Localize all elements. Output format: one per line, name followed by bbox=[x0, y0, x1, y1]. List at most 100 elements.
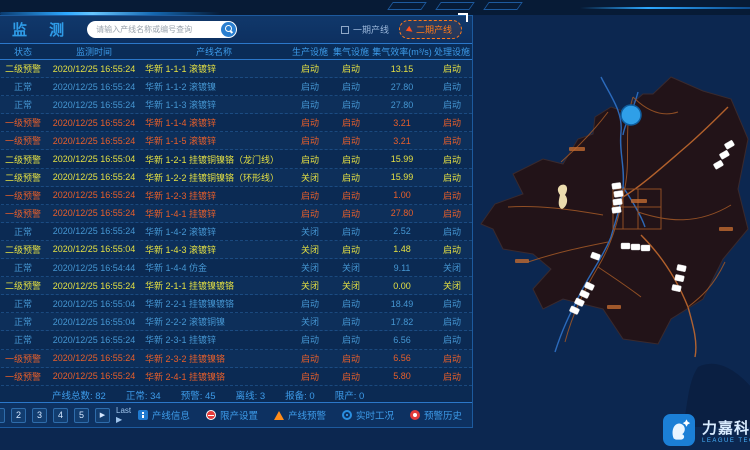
search-input[interactable] bbox=[87, 25, 237, 34]
table-header-row: 状态 监测时间 产线名称 生产设施 集气设施 集气效率(m³/s) 处理设施 bbox=[0, 43, 472, 60]
page-5-button[interactable]: 5 bbox=[74, 408, 89, 423]
efficiency-value: 1.48 bbox=[372, 244, 432, 254]
table-row[interactable]: 二级预警2020/12/25 16:55:24华新 2-1-1 挂镀镍镀铬关闭关… bbox=[0, 277, 472, 295]
no-entry-icon bbox=[206, 410, 216, 420]
table-row[interactable]: 正常2020/12/25 16:55:24华新 1-1-3 滚镀锌启动启动27.… bbox=[0, 96, 472, 114]
treatment-facility: 关闭 bbox=[432, 261, 472, 274]
gas-facility: 启动 bbox=[330, 80, 372, 93]
monitor-time: 2020/12/25 16:55:24 bbox=[50, 335, 138, 345]
efficiency-value: 2.52 bbox=[372, 226, 432, 236]
production-facility: 启动 bbox=[290, 333, 330, 346]
treatment-facility: 启动 bbox=[432, 315, 472, 328]
line-name: 华新 1-1-1 滚镀锌 bbox=[138, 62, 290, 75]
next-page-button[interactable]: ▶ bbox=[95, 408, 110, 423]
col-treatment: 处理设施 bbox=[432, 45, 472, 58]
logo-icon bbox=[663, 414, 695, 446]
city-map[interactable] bbox=[473, 57, 750, 427]
production-facility: 启动 bbox=[290, 189, 330, 202]
line-info-button[interactable]: 产线信息 bbox=[138, 408, 190, 422]
map-cluster-badge[interactable] bbox=[621, 105, 641, 125]
table-row[interactable]: 正常2020/12/25 16:55:04华新 2-2-2 滚镀铜镍关闭启动17… bbox=[0, 313, 472, 331]
table-row[interactable]: 正常2020/12/25 16:55:24华新 1-4-2 滚镀锌关闭启动2.5… bbox=[0, 223, 472, 241]
gas-facility: 启动 bbox=[330, 370, 372, 383]
table-row[interactable]: 一级预警2020/12/25 16:55:24华新 1-2-3 挂镀锌启动启动1… bbox=[0, 187, 472, 205]
table-row[interactable]: 二级预警2020/12/25 16:55:04华新 1-4-3 滚镀锌关闭启动1… bbox=[0, 241, 472, 259]
line-warning-button[interactable]: 产线预警 bbox=[274, 408, 326, 422]
phase2-button[interactable]: 二期产线 bbox=[399, 20, 462, 39]
treatment-facility: 启动 bbox=[432, 243, 472, 256]
flag-icon bbox=[406, 25, 414, 33]
gas-facility: 关闭 bbox=[330, 261, 372, 274]
page-4-button[interactable]: 4 bbox=[53, 408, 68, 423]
logo-subtitle: LEAGUE TECH bbox=[702, 438, 750, 444]
phase1-checkbox[interactable]: 一期产线 bbox=[341, 23, 389, 36]
table-row[interactable]: 二级预警2020/12/25 16:55:24华新 1-1-1 滚镀锌启动启动1… bbox=[0, 60, 472, 78]
monitor-time: 2020/12/25 16:55:04 bbox=[50, 317, 138, 327]
production-facility: 启动 bbox=[290, 80, 330, 93]
realtime-status-button[interactable]: 实时工况 bbox=[342, 408, 394, 422]
col-line-name: 产线名称 bbox=[138, 45, 290, 58]
status-badge: 二级预警 bbox=[0, 243, 50, 256]
efficiency-value: 3.21 bbox=[372, 118, 432, 128]
table-row[interactable]: 正常2020/12/25 16:55:04华新 2-2-1 挂镀镍镀铬启动启动1… bbox=[0, 295, 472, 313]
production-facility: 启动 bbox=[290, 134, 330, 147]
col-time: 监测时间 bbox=[50, 45, 138, 58]
page-3-button[interactable]: 3 bbox=[32, 408, 47, 423]
page-2-button[interactable]: 2 bbox=[11, 408, 26, 423]
treatment-facility: 启动 bbox=[432, 98, 472, 111]
production-facility: 启动 bbox=[290, 370, 330, 383]
treatment-facility: 启动 bbox=[432, 171, 472, 184]
warning-history-button[interactable]: 预警历史 bbox=[410, 408, 462, 422]
production-facility: 关闭 bbox=[290, 279, 330, 292]
efficiency-value: 15.99 bbox=[372, 154, 432, 164]
line-name: 华新 1-1-3 滚镀锌 bbox=[138, 98, 290, 111]
status-badge: 一级预警 bbox=[0, 370, 50, 383]
table-row[interactable]: 正常2020/12/25 16:55:24华新 2-3-1 挂镀锌启动启动6.5… bbox=[0, 331, 472, 349]
table-row[interactable]: 二级预警2020/12/25 16:55:04华新 1-2-1 挂镀铜镍铬（龙门… bbox=[0, 150, 472, 168]
table-row[interactable]: 二级预警2020/12/25 16:55:24华新 1-2-2 挂镀铜镍铬（环形… bbox=[0, 169, 472, 187]
efficiency-value: 17.82 bbox=[372, 317, 432, 327]
production-facility: 启动 bbox=[290, 207, 330, 220]
page-1-button[interactable]: 1 bbox=[0, 408, 5, 423]
status-badge: 正常 bbox=[0, 225, 50, 238]
monitor-time: 2020/12/25 16:55:24 bbox=[50, 172, 138, 182]
phase1-label: 一期产线 bbox=[353, 23, 389, 36]
table-row[interactable]: 一级预警2020/12/25 16:55:24华新 1-1-4 滚镀锌启动启动3… bbox=[0, 114, 472, 132]
monitor-time: 2020/12/25 16:55:24 bbox=[50, 226, 138, 236]
table-row[interactable]: 正常2020/12/25 16:55:24华新 1-1-2 滚镀镍启动启动27.… bbox=[0, 78, 472, 96]
production-facility: 关闭 bbox=[290, 261, 330, 274]
production-facility: 启动 bbox=[290, 352, 330, 365]
table-row[interactable]: 一级预警2020/12/25 16:55:24华新 1-1-5 滚镀锌启动启动3… bbox=[0, 132, 472, 150]
brand-logo: 力嘉科技 LEAGUE TECH bbox=[663, 414, 750, 446]
panel-header: 监 测 一期产线 二期产线 bbox=[0, 16, 472, 43]
table-row[interactable]: 一级预警2020/12/25 16:55:24华新 1-4-1 挂镀锌启动启动2… bbox=[0, 205, 472, 223]
col-gas: 集气设施 bbox=[330, 45, 372, 58]
efficiency-value: 6.56 bbox=[372, 353, 432, 363]
table-row[interactable]: 一级预警2020/12/25 16:55:24华新 2-3-2 挂镀镍铬启动启动… bbox=[0, 350, 472, 368]
stat-item: 限产: 0 bbox=[335, 388, 365, 402]
limit-settings-button[interactable]: 限产设置 bbox=[206, 408, 258, 422]
efficiency-value: 6.56 bbox=[372, 335, 432, 345]
status-badge: 正常 bbox=[0, 333, 50, 346]
efficiency-value: 27.80 bbox=[372, 82, 432, 92]
table-row[interactable]: 一级预警2020/12/25 16:55:24华新 2-4-1 挂镀镍铬启动启动… bbox=[0, 368, 472, 386]
bottom-toolbar: 1 2 3 4 5 ▶ Last ▶ 产线信息 限产设置 产 bbox=[0, 402, 472, 427]
status-badge: 二级预警 bbox=[0, 153, 50, 166]
top-deco-shapes bbox=[390, 2, 520, 10]
gas-facility: 启动 bbox=[330, 98, 372, 111]
gas-facility: 启动 bbox=[330, 352, 372, 365]
treatment-facility: 启动 bbox=[432, 80, 472, 93]
stat-item: 正常: 34 bbox=[126, 388, 161, 402]
monitor-time: 2020/12/25 16:55:24 bbox=[50, 208, 138, 218]
status-badge: 正常 bbox=[0, 315, 50, 328]
table-row[interactable]: 正常2020/12/25 16:54:44华新 1-4-4 仿金关闭关闭9.11… bbox=[0, 259, 472, 277]
gas-facility: 启动 bbox=[330, 116, 372, 129]
gas-facility: 启动 bbox=[330, 62, 372, 75]
gas-facility: 启动 bbox=[330, 225, 372, 238]
search-box bbox=[87, 21, 237, 38]
gas-facility: 启动 bbox=[330, 243, 372, 256]
status-badge: 一级预警 bbox=[0, 116, 50, 129]
production-facility: 启动 bbox=[290, 62, 330, 75]
last-page-button[interactable]: Last ▶ bbox=[116, 406, 138, 424]
search-icon[interactable] bbox=[221, 22, 236, 37]
